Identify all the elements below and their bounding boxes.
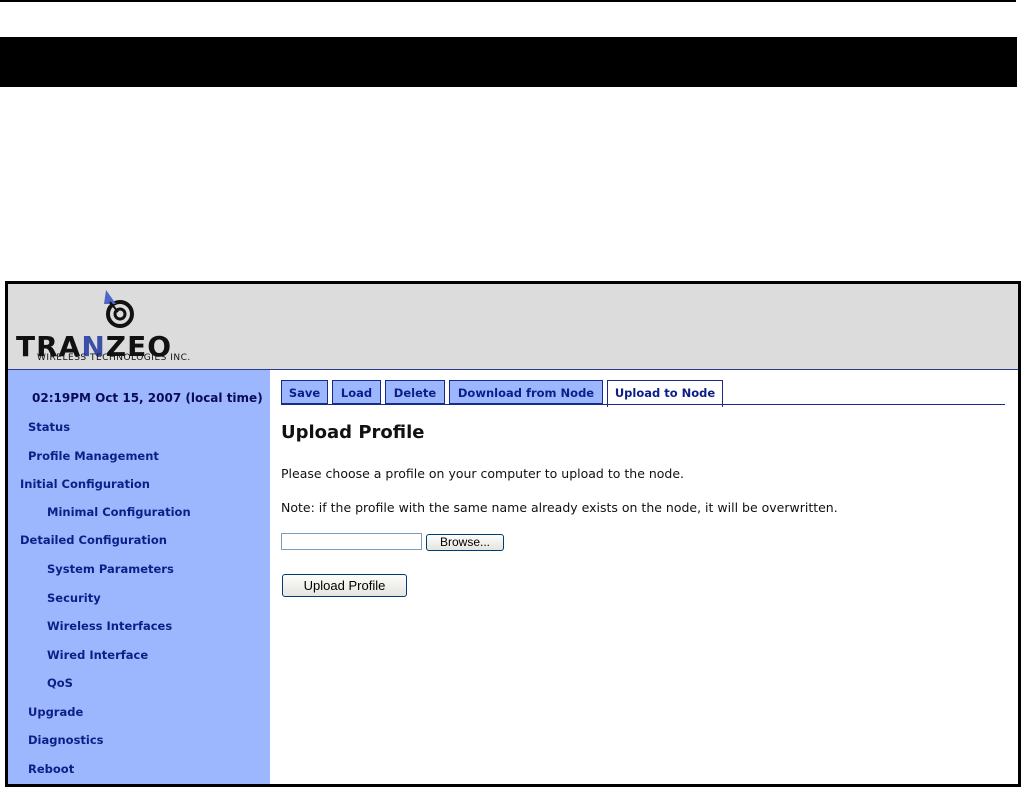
tranzeo-logo: TRANZEO WIRELESS TECHNOLOGIES INC.	[16, 290, 246, 366]
sidebar-item-system-parameters[interactable]: System Parameters	[47, 562, 174, 576]
logo-subtitle: WIRELESS TECHNOLOGIES INC.	[37, 353, 191, 363]
overwrite-note: Note: if the profile with the same name …	[281, 500, 838, 515]
tab-underline	[281, 404, 1005, 405]
upload-profile-button[interactable]: Upload Profile	[282, 574, 407, 597]
sidebar-item-qos[interactable]: QoS	[47, 676, 73, 690]
local-time: 02:19PM Oct 15, 2007 (local time)	[32, 391, 263, 405]
sidebar-item-minimal-configuration[interactable]: Minimal Configuration	[47, 505, 191, 519]
sidebar-item-profile-management[interactable]: Profile Management	[28, 449, 159, 463]
main-content: Save Load Delete Download from Node Uplo…	[270, 370, 1018, 784]
sidebar-item-reboot[interactable]: Reboot	[28, 762, 74, 776]
screenshot-frame: TRANZEO WIRELESS TECHNOLOGIES INC. 02:19…	[5, 281, 1021, 787]
sidebar-item-security[interactable]: Security	[47, 591, 101, 605]
page-header-bar	[0, 37, 1017, 87]
browse-button[interactable]: Browse...	[426, 534, 504, 551]
tab-load[interactable]: Load	[332, 380, 381, 404]
page-title: Upload Profile	[281, 422, 425, 443]
tab-download-from-node[interactable]: Download from Node	[449, 380, 603, 404]
sidebar-item-diagnostics[interactable]: Diagnostics	[28, 733, 104, 747]
sidebar-item-wireless-interfaces[interactable]: Wireless Interfaces	[47, 619, 172, 633]
antenna-icon	[104, 290, 134, 328]
tab-save[interactable]: Save	[281, 380, 328, 404]
app-header: TRANZEO WIRELESS TECHNOLOGIES INC.	[8, 284, 1018, 370]
tab-upload-to-node[interactable]: Upload to Node	[607, 380, 723, 407]
sidebar-item-wired-interface[interactable]: Wired Interface	[47, 648, 148, 662]
instruction-text: Please choose a profile on your computer…	[281, 466, 685, 481]
sidebar-item-detailed-configuration[interactable]: Detailed Configuration	[20, 533, 167, 547]
sidebar-item-upgrade[interactable]: Upgrade	[28, 705, 83, 719]
sidebar-item-initial-configuration[interactable]: Initial Configuration	[20, 477, 150, 491]
file-path-input[interactable]	[281, 533, 422, 550]
sidebar: 02:19PM Oct 15, 2007 (local time) Status…	[8, 370, 270, 784]
top-rule	[0, 0, 1016, 2]
sidebar-item-status[interactable]: Status	[28, 420, 70, 434]
tab-delete[interactable]: Delete	[385, 380, 445, 404]
